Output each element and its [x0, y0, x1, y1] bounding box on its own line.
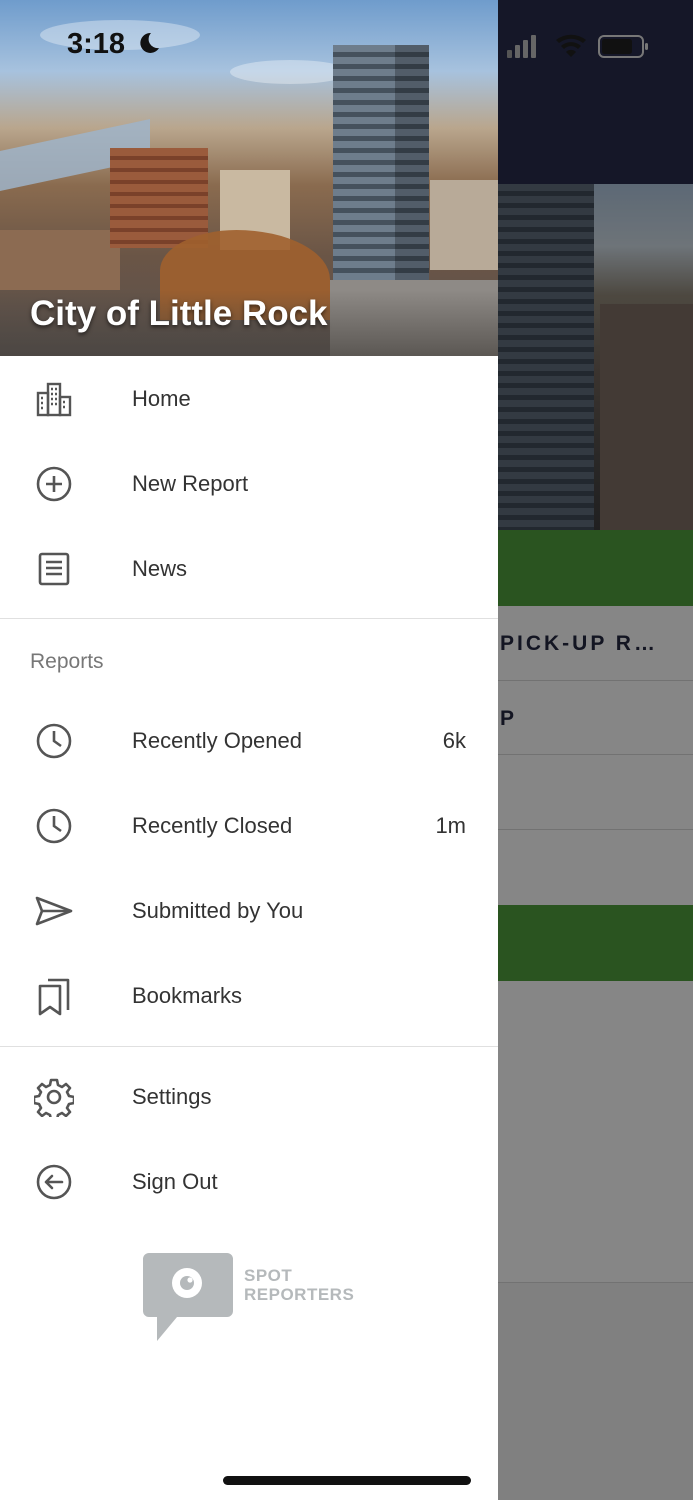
- drawer-divider: [0, 618, 498, 619]
- menu-item-settings[interactable]: Settings: [0, 1054, 498, 1139]
- brand-wordmark: SPOT REPORTERS: [244, 1266, 354, 1304]
- menu-item-label: News: [132, 555, 188, 581]
- building: [0, 230, 120, 290]
- menu-item-bookmarks[interactable]: Bookmarks: [0, 953, 498, 1038]
- brand-line-1: SPOT: [244, 1266, 293, 1285]
- menu-item-label: Settings: [132, 1083, 212, 1109]
- menu-item-label: Sign Out: [132, 1168, 218, 1194]
- city-buildings-icon: [34, 379, 74, 419]
- skyscraper: [333, 45, 429, 280]
- wifi-icon: [556, 34, 586, 57]
- brand-line-2: REPORTERS: [244, 1285, 355, 1304]
- menu-item-label: Submitted by You: [132, 897, 304, 923]
- building: [110, 148, 208, 248]
- menu-item-recently-closed[interactable]: Recently Closed 1m: [0, 783, 498, 868]
- drawer-title: City of Little Rock: [30, 294, 328, 333]
- cloud: [230, 60, 350, 84]
- menu-item-label: Recently Opened: [132, 727, 302, 753]
- status-time-text: 3:18: [67, 28, 126, 60]
- menu-item-label: New Report: [132, 470, 249, 496]
- menu-item-news[interactable]: News: [0, 526, 498, 611]
- building: [430, 180, 498, 270]
- moon-icon: [140, 32, 160, 53]
- menu-item-sign-out[interactable]: Sign Out: [0, 1139, 498, 1224]
- drawer-divider: [0, 1046, 498, 1047]
- plus-circle-icon: [34, 464, 74, 504]
- arrow-left-circle-icon: [34, 1162, 74, 1202]
- menu-item-new-report[interactable]: New Report: [0, 441, 498, 526]
- menu-item-home[interactable]: Home: [0, 356, 498, 441]
- battery-icon: [598, 35, 648, 58]
- clock-icon: [34, 721, 74, 761]
- send-icon: [34, 891, 74, 931]
- menu-item-submitted-by-you[interactable]: Submitted by You: [0, 868, 498, 953]
- navigation-drawer: City of Little Rock Home New Report News…: [0, 0, 498, 1500]
- menu-item-label: Home: [132, 385, 191, 411]
- report-count-badge: 1m: [435, 812, 466, 838]
- cellular-signal-icon: [507, 35, 536, 58]
- section-header-reports: Reports: [30, 650, 104, 673]
- report-count-badge: 6k: [442, 727, 466, 753]
- bookmarks-icon: [34, 976, 74, 1016]
- menu-item-label: Recently Closed: [132, 812, 293, 838]
- gear-icon: [34, 1077, 74, 1117]
- clock-icon: [34, 806, 74, 846]
- status-icons: [507, 34, 648, 58]
- status-time: 3:18: [67, 28, 161, 61]
- menu-item-label: Bookmarks: [132, 982, 243, 1008]
- home-indicator[interactable]: [223, 1476, 471, 1485]
- menu-item-recently-opened[interactable]: Recently Opened 6k: [0, 698, 498, 783]
- news-icon: [34, 549, 74, 589]
